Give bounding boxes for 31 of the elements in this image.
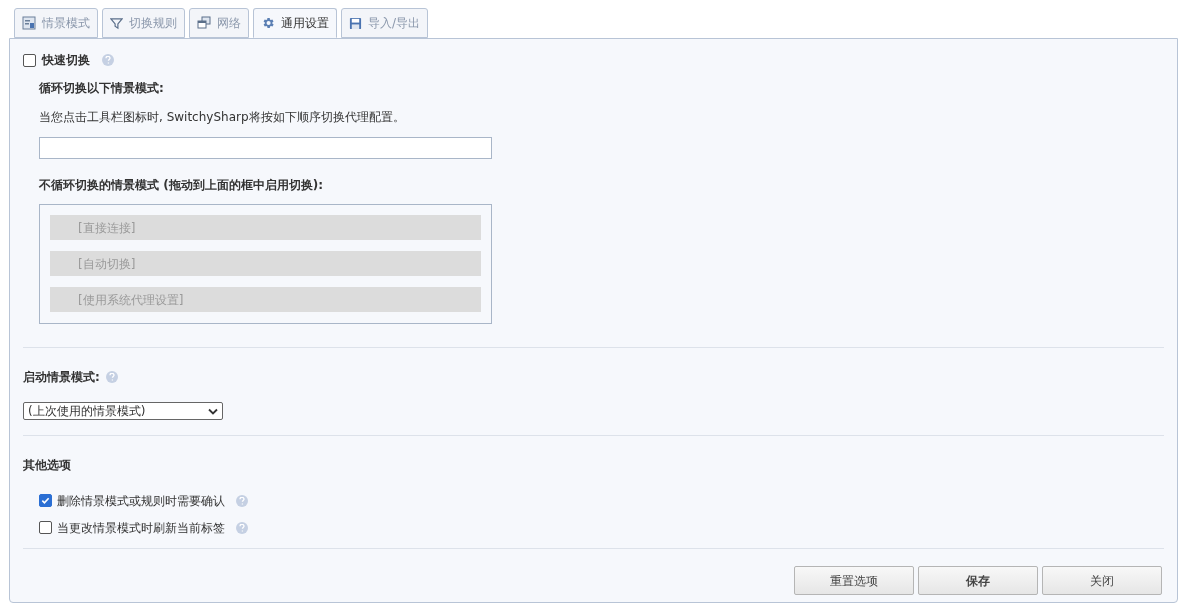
help-icon[interactable] [236, 521, 248, 534]
checkbox[interactable] [39, 521, 52, 534]
checkbox[interactable] [39, 494, 52, 507]
settings-icon [261, 16, 275, 30]
tab[interactable]: 通用设置 [253, 8, 337, 38]
help-icon[interactable] [105, 371, 118, 383]
description-text: 当您点击工具栏图标时, SwitchySharp将按如下顺序切换代理配置。 [39, 109, 406, 126]
tab[interactable]: 切换规则 [102, 8, 185, 38]
windows-icon [197, 16, 211, 30]
field-label: 启动情景模式: [23, 369, 100, 386]
section-heading: 循环切换以下情景模式: [39, 80, 165, 97]
filter-icon [110, 16, 123, 30]
section-heading: 其他选项 [23, 457, 72, 474]
tab[interactable]: 情景模式 [14, 8, 98, 38]
checkbox[interactable] [23, 53, 36, 67]
profile-item[interactable]: [直接连接] [50, 215, 481, 240]
document-icon [22, 16, 36, 30]
help-icon[interactable] [102, 54, 114, 66]
help-icon[interactable] [236, 494, 248, 507]
section-heading: 不循环切换的情景模式 (拖动到上面的框中启用切换): [39, 177, 324, 194]
chevron-down-icon [208, 407, 218, 415]
action-button[interactable]: 关闭 [1042, 566, 1162, 595]
action-button[interactable]: 保存 [918, 566, 1038, 595]
tab[interactable]: 导入/导出 [341, 8, 429, 38]
profile-item[interactable]: [自动切换] [50, 251, 481, 276]
checkbox-label: 删除情景模式或规则时需要确认 [57, 492, 225, 510]
action-button[interactable]: 重置选项 [794, 566, 914, 595]
checkbox-label: 当更改情景模式时刷新当前标签 [57, 519, 225, 537]
tab[interactable]: 网络 [189, 8, 249, 38]
checkbox-label: 快速切换 [42, 52, 90, 69]
startup-select[interactable]: (上次使用的情景模式) [23, 402, 223, 420]
